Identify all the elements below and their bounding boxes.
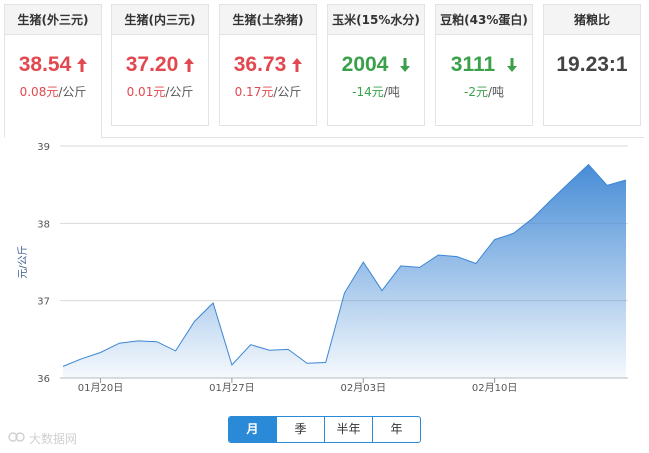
- arrow-down-icon: [400, 58, 411, 72]
- y-tick-label: 36: [37, 374, 50, 385]
- change-value: 0.01元: [126, 85, 166, 99]
- period-year-button[interactable]: 年: [372, 417, 420, 442]
- tab-label: 豆粕(43%蛋白): [436, 5, 532, 35]
- tab-label: 生猪(内三元): [112, 5, 208, 35]
- price-value: 3111: [450, 53, 496, 76]
- price-value: 37.20: [125, 53, 179, 76]
- tab-pig-mixed[interactable]: 生猪(土杂猪) 36.73 0.17元/公斤: [219, 4, 317, 126]
- price-value: 2004: [341, 53, 389, 76]
- arrow-up-icon: [77, 58, 88, 72]
- tab-label: 生猪(土杂猪): [220, 5, 316, 35]
- x-tick-label: 02月03日: [341, 382, 386, 394]
- change-value: 0.17元: [234, 85, 274, 99]
- tab-pig-outer[interactable]: 生猪(外三元) 38.54 0.08元/公斤: [4, 4, 102, 138]
- tab-pig-grain-ratio[interactable]: 猪粮比 19.23:1: [543, 4, 641, 126]
- y-axis-label: 元/公斤: [17, 245, 29, 278]
- price-chart: 36 37 38 39 元/公斤 01月20日 01月27日 02月03日 02月10日: [4, 137, 644, 449]
- tab-soybean-meal[interactable]: 豆粕(43%蛋白) 3111 -2元/吨: [435, 4, 533, 126]
- change-unit: /吨: [383, 85, 400, 99]
- tab-pig-inner[interactable]: 生猪(内三元) 37.20 0.01元/公斤: [111, 4, 209, 126]
- period-selector: 月 季 半年 年: [228, 416, 421, 443]
- change-value: 0.08元: [19, 85, 59, 99]
- x-tick-label: 01月27日: [209, 382, 254, 394]
- change-unit: /公斤: [58, 85, 87, 99]
- watermark-logo-icon: [8, 431, 26, 446]
- y-tick-label: 37: [37, 297, 50, 308]
- tab-label: 生猪(外三元): [5, 5, 101, 35]
- watermark: 大数据网: [8, 430, 77, 447]
- arrow-down-icon: [507, 58, 518, 72]
- price-chart-svg: 36 37 38 39 元/公斤 01月20日 01月27日 02月03日 02月10日: [17, 142, 628, 394]
- tab-corn[interactable]: 玉米(15%水分) 2004 -14元/吨: [327, 4, 425, 126]
- tab-label: 猪粮比: [544, 5, 640, 35]
- arrow-up-icon: [292, 58, 303, 72]
- watermark-text: 大数据网: [29, 432, 78, 446]
- change-value: -2元: [463, 85, 488, 99]
- change-value: -14元: [352, 85, 384, 99]
- change-unit: /公斤: [273, 85, 302, 99]
- price-area: [63, 164, 626, 378]
- y-tick-label: 39: [37, 142, 50, 153]
- change-unit: /吨: [487, 85, 504, 99]
- period-month-button[interactable]: 月: [229, 417, 276, 442]
- price-value: 36.73: [233, 53, 287, 76]
- y-tick-label: 38: [37, 219, 50, 230]
- tab-label: 玉米(15%水分): [328, 5, 424, 35]
- x-tick-label: 01月20日: [78, 382, 123, 394]
- period-quarter-button[interactable]: 季: [276, 417, 324, 442]
- price-value: 38.54: [18, 53, 72, 76]
- x-tick-label: 02月10日: [472, 382, 517, 394]
- price-value: 19.23:1: [556, 53, 628, 76]
- period-halfyear-button[interactable]: 半年: [324, 417, 372, 442]
- change-unit: /公斤: [165, 85, 194, 99]
- arrow-up-icon: [184, 58, 195, 72]
